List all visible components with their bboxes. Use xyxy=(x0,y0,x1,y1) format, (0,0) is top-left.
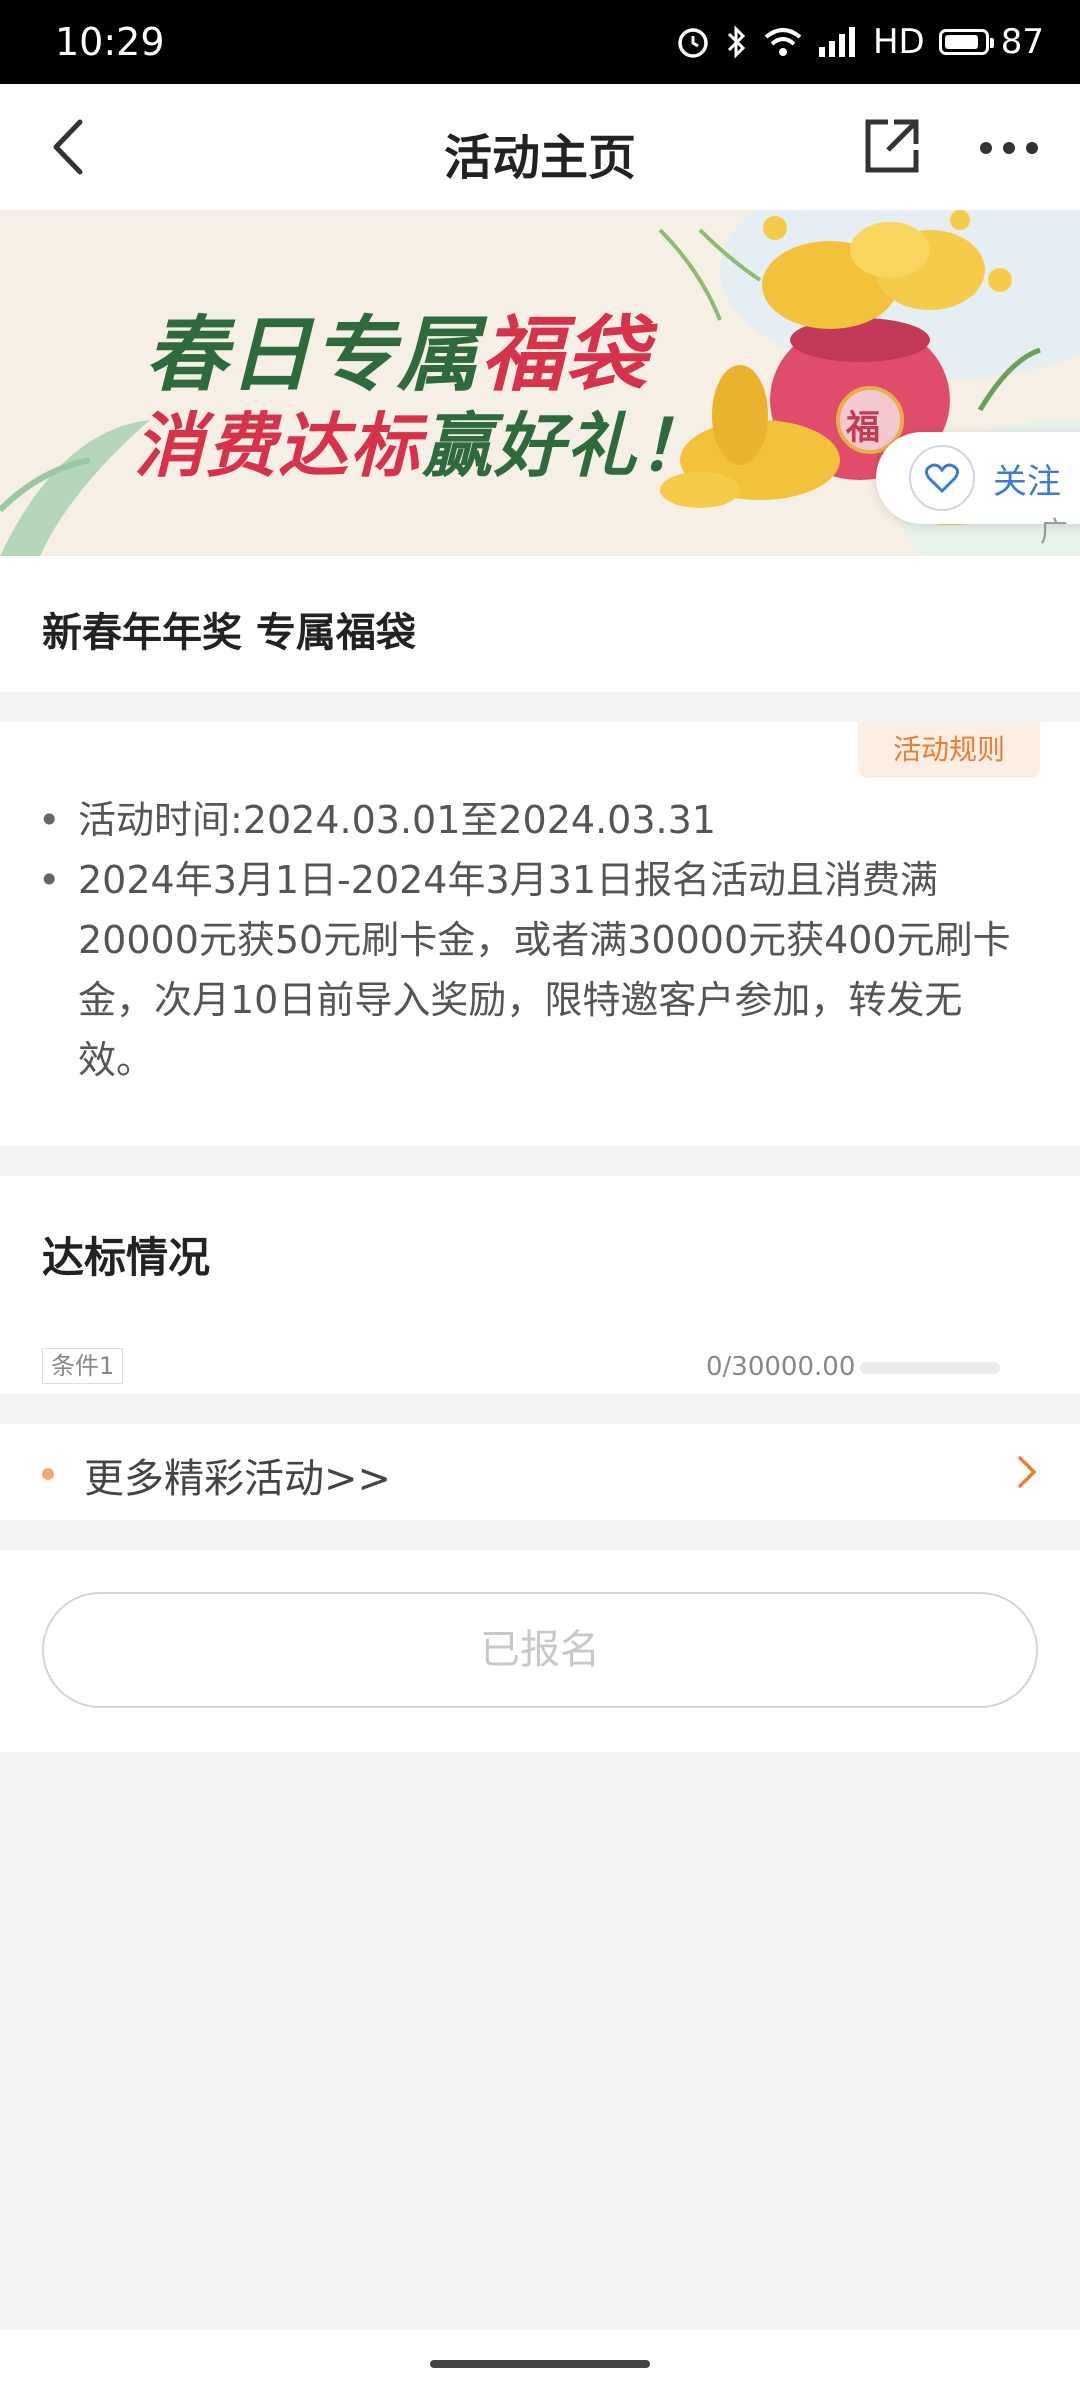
rule-item: 活动时间:2024.03.01至2024.03.31 xyxy=(38,790,716,850)
progress-bar xyxy=(860,1362,1000,1374)
network-type-label: HD xyxy=(872,22,925,62)
status-icons: HD 87 xyxy=(675,18,1044,66)
battery-icon xyxy=(938,29,994,55)
banner-headline-part1: 春日专属 xyxy=(145,308,481,403)
follow-label: 关注 xyxy=(993,461,1061,502)
bluetooth-icon xyxy=(725,24,749,60)
more-activities-label: 更多精彩活动>> xyxy=(84,1456,392,1502)
status-time: 10:29 xyxy=(55,20,165,64)
heart-icon xyxy=(909,445,975,511)
home-indicator[interactable] xyxy=(430,2360,650,2368)
progress-heading: 达标情况 xyxy=(42,1233,211,1282)
banner-subheadline-part1: 消费达标 xyxy=(134,405,422,487)
bullet-dot xyxy=(42,1468,54,1480)
alarm-icon xyxy=(675,24,711,60)
activity-rules-section: 活动规则 活动时间:2024.03.01至2024.03.31 2024年3月1… xyxy=(0,722,1080,1146)
progress-section: 达标情况 条件1 0/30000.00 xyxy=(0,1176,1080,1394)
progress-value: 0/30000.00 xyxy=(706,1352,856,1382)
wifi-icon xyxy=(763,25,803,59)
banner-subheadline-part2: 赢好礼！ xyxy=(422,405,710,487)
lucky-bag-character: 福 xyxy=(846,408,880,448)
cellular-signal-icon xyxy=(817,25,859,59)
more-options-icon[interactable] xyxy=(978,124,1040,172)
share-icon[interactable] xyxy=(862,114,922,178)
activity-rules-link[interactable]: 活动规则 xyxy=(858,722,1040,778)
signup-section: 已报名 xyxy=(0,1550,1080,1752)
signed-up-button[interactable]: 已报名 xyxy=(42,1592,1038,1708)
activity-title: 新春年年奖 专属福袋 xyxy=(42,610,416,656)
more-activities-row[interactable]: 更多精彩活动>> xyxy=(0,1424,1080,1520)
battery-indicator: 87 xyxy=(938,22,1044,62)
banner-headline-part2: 福袋 xyxy=(481,308,649,403)
battery-level: 87 xyxy=(1000,22,1044,62)
chevron-right-icon xyxy=(1014,1452,1042,1492)
status-bar: 10:29 HD 87 xyxy=(0,0,1080,84)
condition-tag: 条件1 xyxy=(42,1348,124,1384)
rule-item: 2024年3月1日-2024年3月31日报名活动且消费满20000元获50元刷卡… xyxy=(38,850,1038,1090)
navigation-bar: 活动主页 xyxy=(0,84,1080,210)
activity-title-section: 新春年年奖 专属福袋 xyxy=(0,556,1080,692)
banner-subheadline: 消费达标赢好礼！ xyxy=(134,390,710,491)
